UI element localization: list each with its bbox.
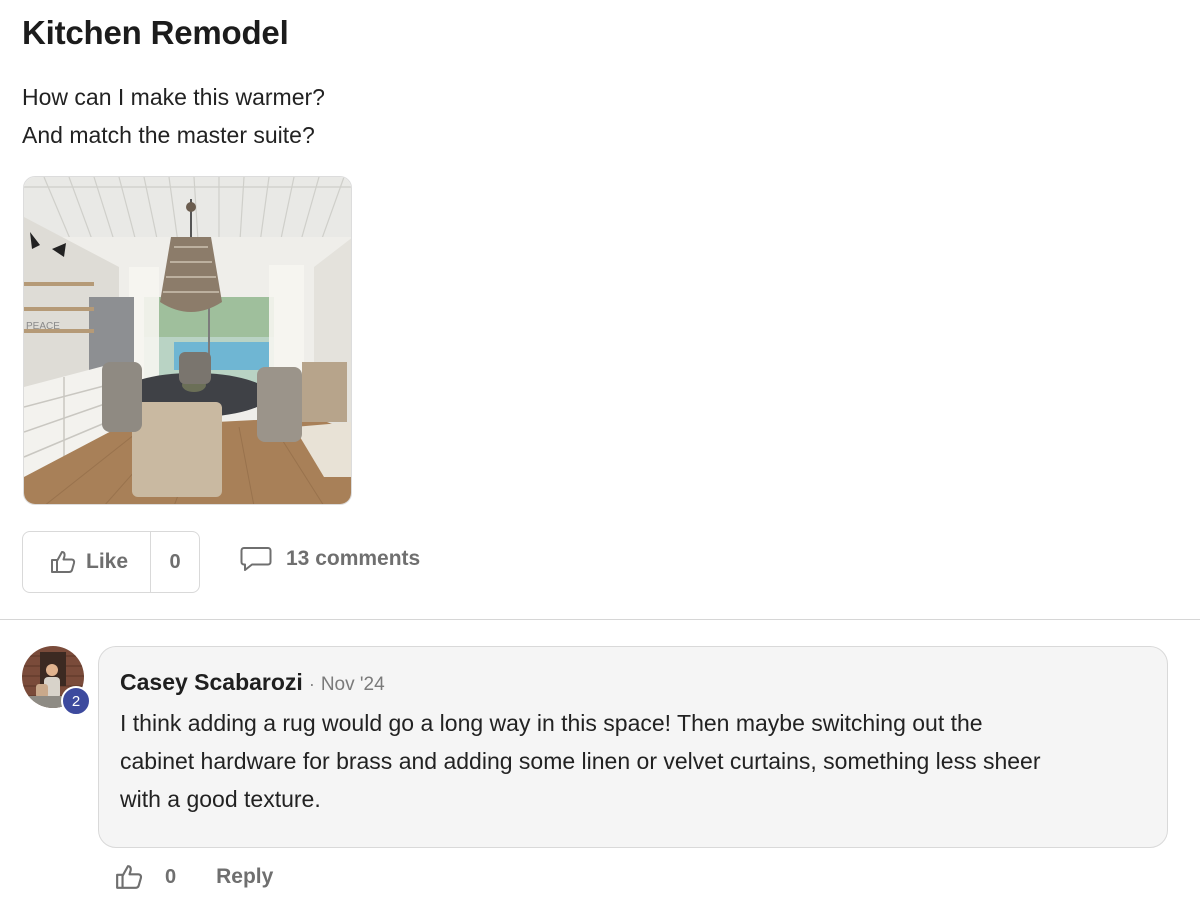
comment-author[interactable]: Casey Scabarozi xyxy=(120,669,303,696)
comment-bubble-icon xyxy=(240,547,272,571)
comment-separator: · xyxy=(308,674,315,694)
avatar-badge: 2 xyxy=(61,686,91,716)
comment-card: Casey Scabarozi · Nov '24 I think adding… xyxy=(98,646,1168,848)
comment-actions: 0 Reply xyxy=(115,864,273,890)
thumbs-up-icon[interactable] xyxy=(115,864,143,890)
post-body: How can I make this warmer? And match th… xyxy=(22,78,325,154)
post-title: Kitchen Remodel xyxy=(22,14,289,51)
reply-button[interactable]: Reply xyxy=(216,865,273,889)
kitchen-dining-room-image: PEACE xyxy=(24,177,351,504)
post-photo[interactable]: PEACE xyxy=(23,176,352,505)
comment-header: Casey Scabarozi · Nov '24 xyxy=(120,669,1147,696)
section-divider xyxy=(0,619,1200,620)
like-label: Like xyxy=(86,550,129,573)
comment-text: I think adding a rug would go a long way… xyxy=(120,704,1147,818)
comments-link[interactable]: 13 comments xyxy=(240,545,420,573)
comment-like-count: 0 xyxy=(165,865,177,888)
peace-sign-text: PEACE xyxy=(26,321,60,332)
comment-text-line: cabinet hardware for brass and adding so… xyxy=(120,748,1041,774)
like-count: 0 xyxy=(169,550,181,573)
thumbs-up-icon xyxy=(51,551,76,573)
comment-text-line: with a good texture. xyxy=(120,786,321,812)
post-body-line: How can I make this warmer? xyxy=(22,84,325,110)
comment-text-line: I think adding a rug would go a long way… xyxy=(120,710,983,736)
comment-date[interactable]: Nov '24 xyxy=(321,674,385,696)
like-button-group: Like 0 xyxy=(22,531,200,593)
comments-count-label: 13 comments xyxy=(286,547,421,570)
post-body-line: And match the master suite? xyxy=(22,122,315,148)
like-button[interactable]: Like xyxy=(23,532,151,592)
